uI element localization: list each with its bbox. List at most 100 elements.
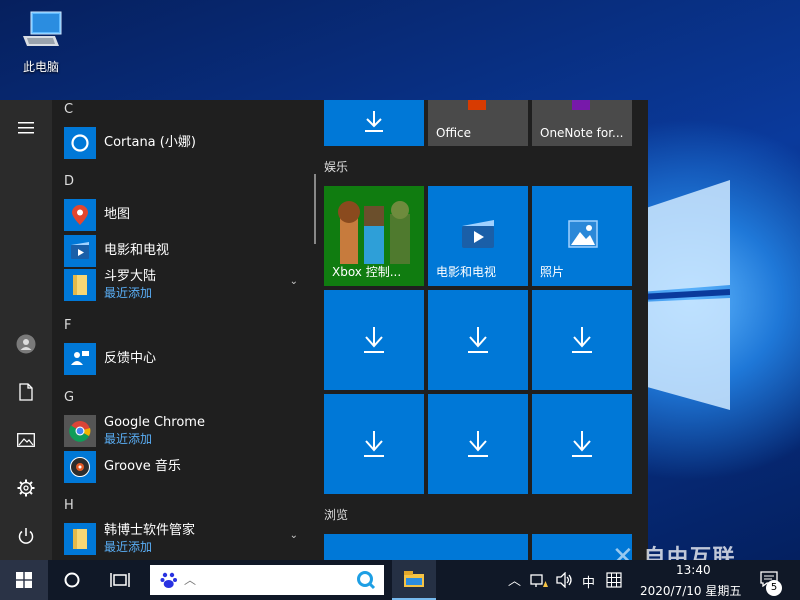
- volume-icon[interactable]: [556, 572, 574, 588]
- tile-label: 电影和电视: [436, 265, 497, 279]
- account-button[interactable]: [8, 326, 44, 362]
- cortana-circle-icon: [64, 572, 80, 588]
- app-name: Groove 音乐: [104, 459, 181, 474]
- tile-label: Office: [436, 126, 472, 140]
- expand-menu-button[interactable]: [8, 110, 44, 146]
- movies-tv-icon: [462, 220, 494, 248]
- chevron-down-icon[interactable]: ⌄: [290, 276, 298, 287]
- tile-download-top[interactable]: [324, 100, 424, 146]
- tile-browse-wide[interactable]: [324, 534, 528, 560]
- app-hanboshi-folder[interactable]: 韩博士软件管家 最近添加 ⌄: [64, 522, 304, 556]
- tile-movies-tv[interactable]: 电影和电视: [428, 186, 528, 286]
- app-list-scrollbar[interactable]: [314, 174, 316, 244]
- app-list: C Cortana (小娜) D 地图 电影和电视 斗罗大陆 最近添加 ⌄ F …: [52, 100, 310, 560]
- onenote-icon: [572, 100, 590, 110]
- tile-xbox-console[interactable]: Xbox 控制...: [324, 186, 424, 286]
- app-groove-music[interactable]: Groove 音乐: [64, 450, 304, 484]
- task-view-button[interactable]: [98, 560, 142, 600]
- network-icon[interactable]: [530, 572, 550, 588]
- download-arrow-icon: [572, 431, 592, 457]
- search-engine-icon[interactable]: [356, 570, 376, 590]
- download-arrow-icon: [364, 327, 384, 353]
- gear-icon: [17, 479, 35, 497]
- clock-time: 13:40: [676, 563, 711, 577]
- show-hidden-icons-button[interactable]: ︿: [508, 570, 521, 589]
- letter-header-f[interactable]: F: [64, 318, 71, 333]
- start-button[interactable]: [0, 560, 48, 600]
- file-explorer-icon: [404, 571, 424, 587]
- app-name: Cortana (小娜): [104, 135, 196, 150]
- xbox-characters-icon: [338, 201, 410, 264]
- windows-start-icon: [16, 572, 32, 588]
- power-icon: [18, 528, 34, 544]
- tile-download[interactable]: [324, 290, 424, 390]
- tile-office[interactable]: Office: [428, 100, 528, 146]
- app-name: 韩博士软件管家: [104, 523, 196, 538]
- ime-indicator[interactable]: 中: [582, 572, 595, 591]
- documents-button[interactable]: [8, 374, 44, 410]
- start-rail: [0, 100, 52, 560]
- taskbar: ︿ ︿ 中 13:40 2020/7/10 星期五 5: [0, 560, 800, 600]
- chrome-icon: [64, 415, 96, 447]
- tile-label: 照片: [540, 265, 565, 279]
- app-movies-tv[interactable]: 电影和电视: [64, 234, 304, 268]
- letter-header-h[interactable]: H: [64, 498, 74, 513]
- app-name: Google Chrome: [104, 415, 205, 430]
- chevron-down-icon[interactable]: ⌄: [290, 530, 298, 541]
- groove-music-icon: [64, 451, 96, 483]
- tile-label: Xbox 控制...: [332, 265, 402, 279]
- tile-download[interactable]: [428, 290, 528, 390]
- this-pc-label: 此电脑: [22, 60, 59, 74]
- app-name: 反馈中心: [104, 351, 157, 366]
- letter-header-d[interactable]: D: [64, 174, 74, 189]
- folder-icon: [64, 269, 96, 301]
- start-menu: C Cortana (小娜) D 地图 电影和电视 斗罗大陆 最近添加 ⌄ F …: [0, 100, 648, 560]
- tile-download[interactable]: [428, 394, 528, 494]
- tile-onenote[interactable]: OneNote for...: [532, 100, 632, 146]
- photos-icon: [568, 220, 598, 248]
- app-name: 电影和电视: [104, 243, 170, 258]
- baidu-paw-icon: [160, 572, 177, 588]
- tile-download[interactable]: [532, 394, 632, 494]
- chevron-up-icon[interactable]: ︿: [184, 571, 196, 588]
- tile-area: Office OneNote for... 娱乐 Xbox 控制... 电影和电…: [324, 100, 644, 560]
- windows-logo-wallpaper: [640, 180, 730, 410]
- app-douluo-folder[interactable]: 斗罗大陆 最近添加 ⌄: [64, 268, 304, 302]
- tile-photos[interactable]: 照片: [532, 186, 632, 286]
- movies-tv-icon: [64, 235, 96, 267]
- pictures-button[interactable]: [8, 422, 44, 458]
- letter-header-c[interactable]: C: [64, 102, 73, 117]
- keyboard-grid-icon[interactable]: [606, 572, 622, 588]
- recently-added-label: 最近添加: [104, 540, 153, 554]
- letter-header-g[interactable]: G: [64, 390, 74, 405]
- recently-added-label: 最近添加: [104, 286, 153, 300]
- hamburger-icon: [18, 122, 34, 134]
- tile-label: OneNote for...: [540, 126, 624, 140]
- tile-download[interactable]: [532, 290, 632, 390]
- this-pc-desktop-icon[interactable]: 此电脑: [10, 6, 72, 75]
- task-view-icon: [110, 573, 130, 587]
- download-arrow-icon: [468, 327, 488, 353]
- settings-button[interactable]: [8, 470, 44, 506]
- document-icon: [19, 383, 33, 401]
- download-arrow-icon: [572, 327, 592, 353]
- maps-icon: [64, 199, 96, 231]
- computer-icon: [23, 11, 62, 46]
- group-title-browse[interactable]: 浏览: [324, 506, 348, 523]
- notification-count-badge: 5: [766, 580, 782, 596]
- download-arrow-icon: [365, 111, 383, 132]
- cortana-icon: [64, 127, 96, 159]
- app-name: 斗罗大陆: [104, 269, 157, 284]
- tile-download[interactable]: [324, 394, 424, 494]
- app-name: 地图: [104, 207, 131, 222]
- app-google-chrome[interactable]: Google Chrome 最近添加: [64, 414, 304, 448]
- recently-added-label: 最近添加: [104, 432, 153, 446]
- group-title-entertainment[interactable]: 娱乐: [324, 158, 348, 175]
- search-box[interactable]: ︿: [150, 565, 384, 595]
- app-maps[interactable]: 地图: [64, 198, 304, 232]
- app-feedback-hub[interactable]: 反馈中心: [64, 342, 304, 376]
- power-button[interactable]: [8, 518, 44, 554]
- file-explorer-button[interactable]: [392, 560, 436, 600]
- cortana-button[interactable]: [50, 560, 94, 600]
- app-cortana[interactable]: Cortana (小娜): [64, 126, 304, 160]
